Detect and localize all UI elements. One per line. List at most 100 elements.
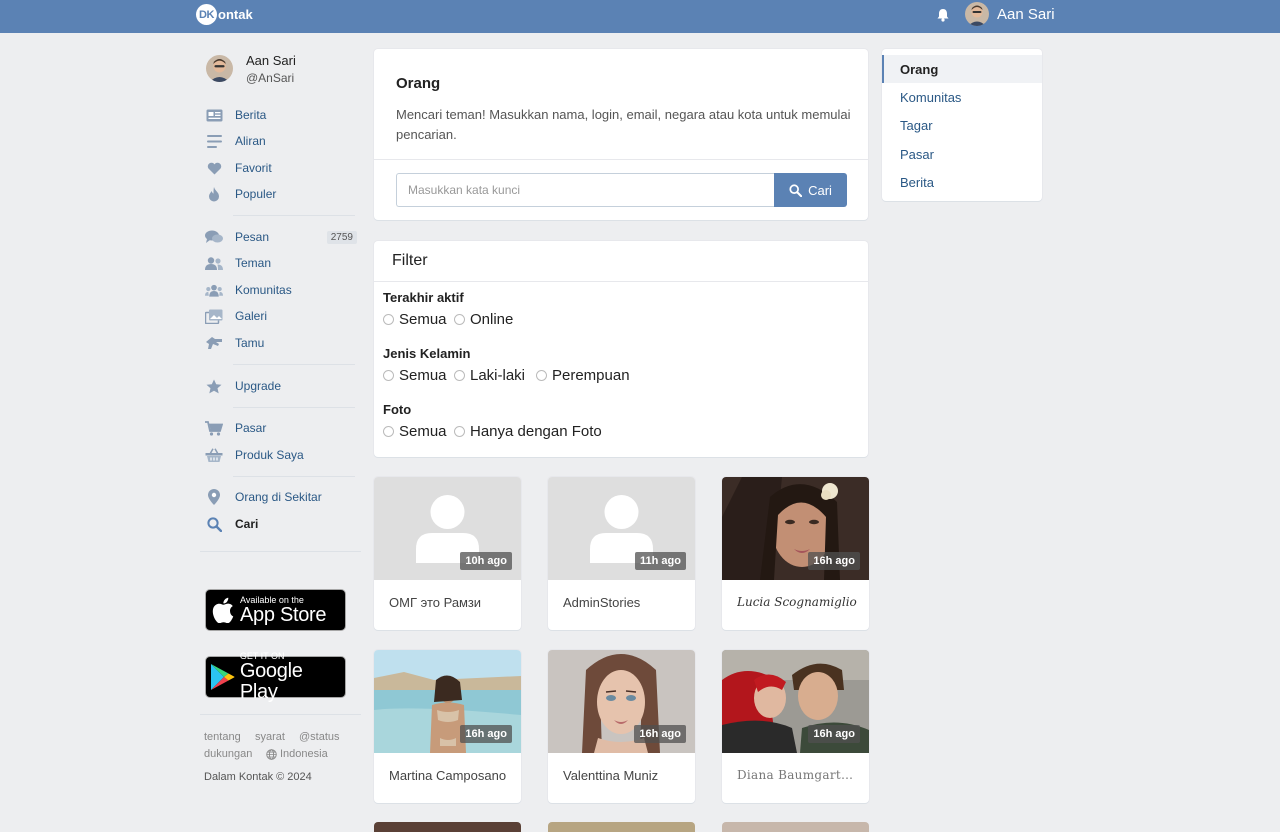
google-play-badge[interactable]: GET IT ON Google Play (205, 651, 346, 703)
menu-item-orang[interactable]: Orang (882, 55, 1042, 83)
person-card[interactable]: 16h ago Diana Baumgartne… (722, 650, 869, 803)
person-card[interactable] (722, 822, 869, 832)
sidebar-item-label: Upgrade (235, 379, 282, 393)
last-seen-badge: 10h ago (460, 552, 512, 570)
menu-item-berita[interactable]: Berita (882, 168, 1042, 196)
sidebar-item-produk-saya[interactable]: Produk Saya (205, 445, 357, 465)
search-description: Mencari teman! Masukkan nama, login, ema… (396, 107, 851, 142)
sidebar-item-pasar[interactable]: Pasar (205, 418, 357, 438)
person-card[interactable]: 16h ago Valenttina Muniz (548, 650, 695, 803)
user-name[interactable]: Aan Sari (997, 6, 1055, 23)
top-bar: DK ontak Aan Sari (0, 0, 1280, 33)
person-card[interactable]: 11h ago AdminStories (548, 477, 695, 630)
radio-button[interactable] (383, 370, 394, 381)
sidebar-item-label: Teman (235, 256, 272, 270)
person-card[interactable]: 16h ago Lucia Scognamiglio (722, 477, 869, 630)
person-name: Valenttina Muniz (563, 768, 659, 783)
person-card[interactable] (374, 822, 521, 832)
footer-link-support[interactable]: dukungan (204, 748, 252, 760)
sidebar-item-favorit[interactable]: Favorit (205, 158, 357, 178)
sidebar-item-pesan[interactable]: Pesan 2759 (205, 227, 357, 247)
last-seen-badge: 16h ago (460, 725, 512, 743)
search-card: Orang Mencari teman! Masukkan nama, logi… (374, 49, 868, 220)
sidebar-item-label: Orang di Sekitar (235, 490, 322, 504)
filter-option[interactable]: Hanya dengan Foto (454, 423, 602, 440)
logo-badge: DK (196, 4, 217, 25)
footer-language[interactable]: Indonesia (266, 748, 328, 760)
radio-button[interactable] (454, 426, 465, 437)
sidebar-item-label: Cari (235, 517, 259, 531)
app-store-small-text: Available on the (240, 594, 304, 605)
app-store-badge[interactable]: Available on the App Store (205, 589, 346, 631)
menu-item-pasar[interactable]: Pasar (882, 140, 1042, 168)
sidebar-item-cari[interactable]: Cari (205, 514, 357, 534)
person-card[interactable]: 10h ago ОМГ это Рамзи (374, 477, 521, 630)
sidebar-divider (233, 215, 355, 216)
menu-item-komunitas[interactable]: Komunitas (882, 83, 1042, 111)
profile-name[interactable]: Aan Sari (246, 53, 296, 68)
person-name: Lucia Scognamiglio (737, 595, 857, 609)
footer-language-label: Indonesia (280, 748, 328, 760)
person-name: ОМГ это Рамзи (389, 595, 482, 610)
filter-group-label: Terakhir aktif (383, 290, 464, 305)
filter-option[interactable]: Semua (383, 367, 447, 384)
person-card[interactable]: 16h ago Martina Camposano (374, 650, 521, 803)
radio-button[interactable] (383, 426, 394, 437)
filter-option[interactable]: Semua (383, 311, 447, 328)
filter-card: Filter Terakhir aktif Semua Online Jenis… (374, 241, 868, 457)
sidebar-item-komunitas[interactable]: Komunitas (205, 280, 357, 300)
radio-button[interactable] (536, 370, 547, 381)
profile-avatar[interactable] (206, 55, 233, 82)
radio-button[interactable] (454, 370, 465, 381)
sidebar-item-tamu[interactable]: Tamu (205, 333, 357, 353)
search-button[interactable]: Cari (774, 173, 847, 207)
flame-icon (205, 186, 223, 202)
google-play-big-text: Google Play (239, 660, 303, 703)
sidebar-item-teman[interactable]: Teman (205, 253, 357, 273)
sidebar-item-label: Aliran (235, 134, 266, 148)
search-input[interactable] (396, 173, 775, 207)
radio-button[interactable] (383, 314, 394, 325)
notification-bell-icon[interactable] (935, 7, 951, 23)
filter-option[interactable]: Semua (383, 423, 447, 440)
sidebar-item-label: Komunitas (235, 283, 292, 297)
sidebar-item-populer[interactable]: Populer (205, 184, 357, 204)
filter-option-label: Laki-laki (470, 367, 526, 384)
sidebar-item-berita[interactable]: Berita (205, 105, 357, 125)
message-count-badge: 2759 (326, 230, 357, 244)
sidebar-item-upgrade[interactable]: Upgrade (205, 376, 357, 396)
filter-option[interactable]: Online (454, 311, 513, 328)
filter-option-label: Semua (399, 311, 447, 328)
sidebar-divider (200, 714, 361, 715)
sidebar-item-orang-di-sekitar[interactable]: Orang di Sekitar (205, 487, 357, 507)
news-icon (205, 107, 223, 123)
footer-link-status[interactable]: @status (299, 731, 340, 743)
filter-option-label: Semua (399, 423, 447, 440)
search-icon (789, 183, 803, 197)
footer-link-about[interactable]: tentang (204, 731, 241, 743)
card-divider (374, 159, 868, 160)
sidebar-item-label: Pasar (235, 421, 267, 435)
last-seen-badge: 16h ago (808, 552, 860, 570)
radio-button[interactable] (454, 314, 465, 325)
search-icon (205, 516, 223, 532)
sidebar-item-label: Berita (235, 108, 267, 122)
filter-option[interactable]: Laki-laki (454, 367, 525, 384)
star-icon (205, 378, 223, 394)
filter-group-label: Foto (383, 402, 412, 417)
menu-item-tagar[interactable]: Tagar (882, 111, 1042, 139)
filter-option-label: Online (470, 311, 514, 328)
community-icon (205, 282, 223, 298)
user-avatar[interactable] (965, 2, 989, 26)
logo[interactable]: DK ontak (196, 4, 253, 25)
filter-option-label: Hanya dengan Foto (470, 423, 602, 440)
sidebar-item-galeri[interactable]: Galeri (205, 306, 357, 326)
last-seen-badge: 11h ago (635, 552, 686, 570)
footer-link-terms[interactable]: syarat (255, 731, 285, 743)
globe-icon (266, 748, 277, 760)
person-card[interactable] (548, 822, 695, 832)
filter-option[interactable]: Perempuan (536, 367, 630, 384)
sidebar-divider (200, 551, 361, 552)
heart-icon (205, 160, 223, 176)
sidebar-item-aliran[interactable]: Aliran (205, 131, 357, 151)
